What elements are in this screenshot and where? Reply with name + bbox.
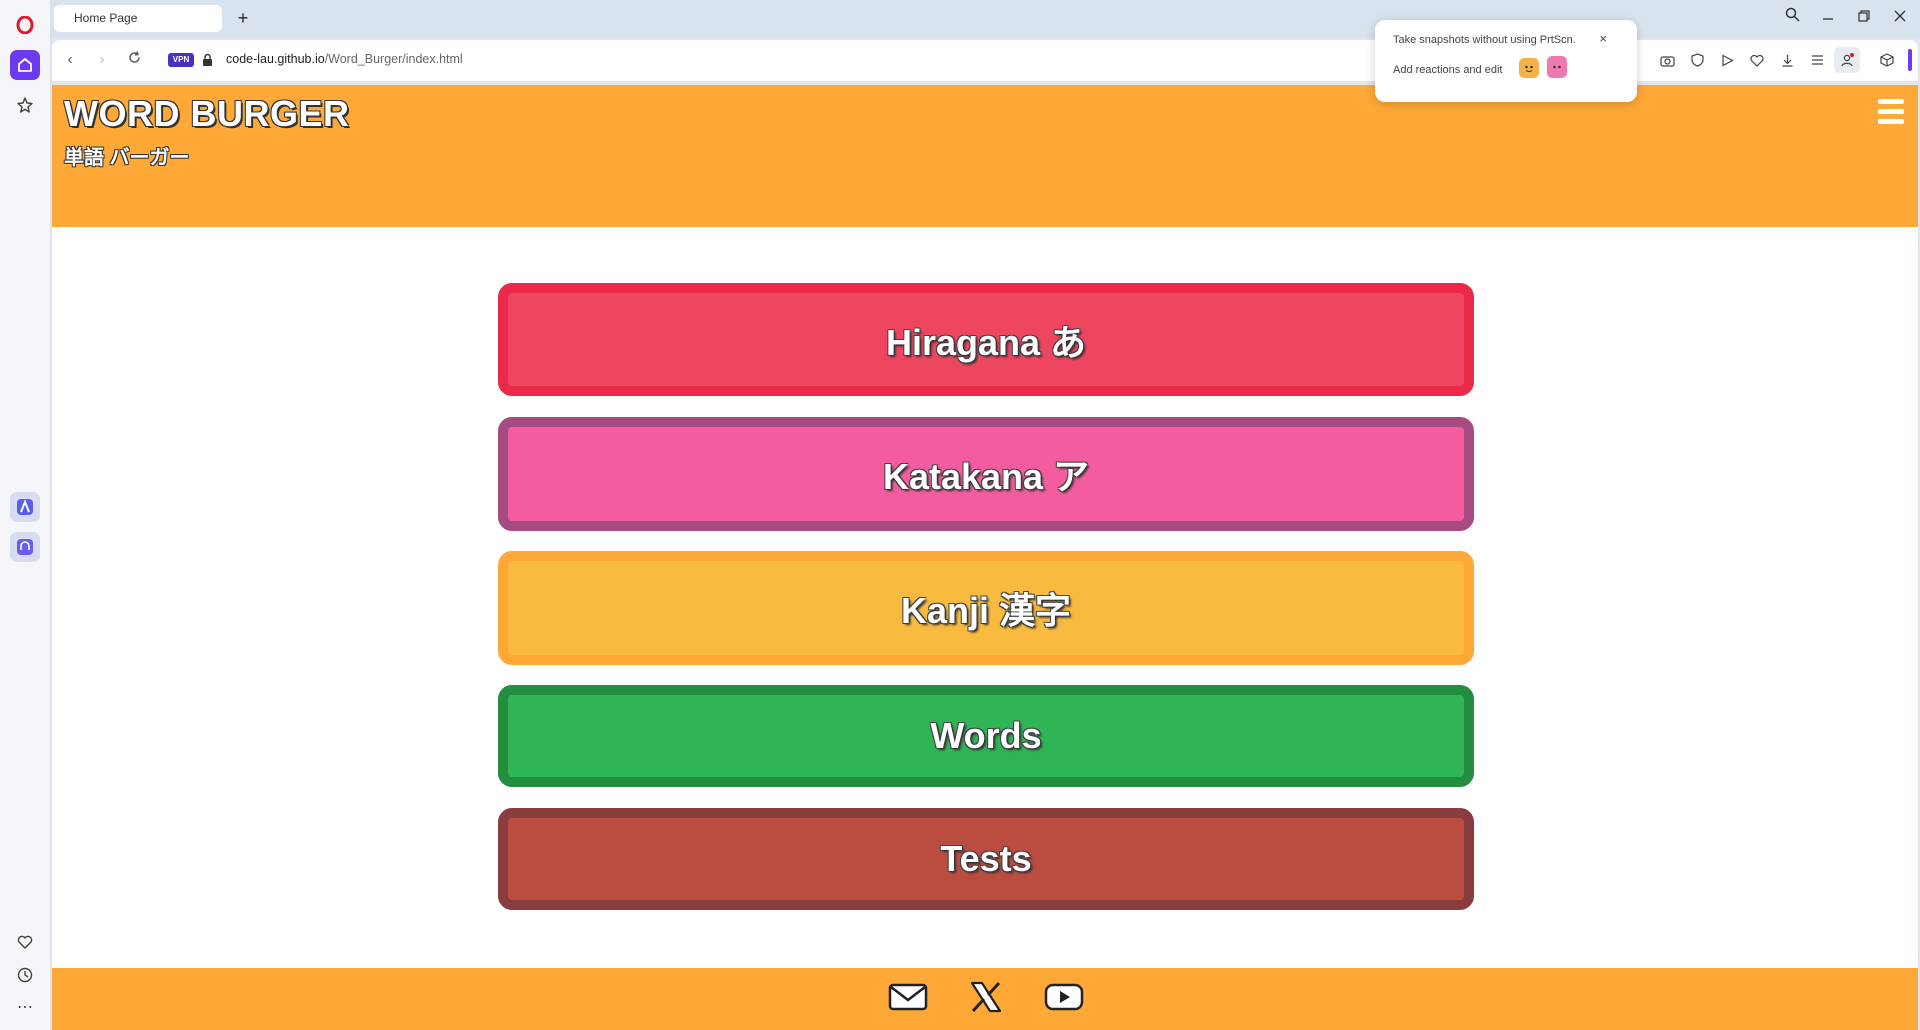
extensions-cube-icon[interactable] bbox=[1876, 49, 1898, 71]
tests-button[interactable]: Tests bbox=[498, 808, 1474, 910]
site-header: WORD BURGER 単語 バーガー bbox=[52, 85, 1918, 227]
address-bar: ‹ › VPN code-lau.github.io/Word_Burger/i… bbox=[52, 40, 1918, 81]
restore-window-icon[interactable] bbox=[1850, 6, 1878, 30]
history-clock-icon[interactable] bbox=[10, 960, 40, 990]
reload-icon[interactable] bbox=[122, 48, 146, 72]
heart-icon[interactable] bbox=[10, 927, 40, 957]
site-footer bbox=[52, 968, 1918, 1030]
music-player-icon[interactable] bbox=[10, 532, 40, 562]
back-icon[interactable]: ‹ bbox=[58, 48, 82, 72]
profile-icon[interactable] bbox=[1834, 47, 1860, 73]
popup-close-icon[interactable]: × bbox=[1599, 31, 1607, 46]
youtube-icon[interactable] bbox=[1044, 980, 1084, 1014]
easy-setup-menu-icon[interactable] bbox=[1806, 49, 1828, 71]
tab-home-page[interactable]: Home Page bbox=[54, 5, 222, 32]
site-title: WORD BURGER bbox=[64, 93, 350, 134]
sidebar-indicator bbox=[1908, 49, 1912, 71]
home-icon[interactable] bbox=[10, 50, 40, 80]
forward-icon[interactable]: › bbox=[90, 48, 114, 72]
edit-sticker-icon[interactable] bbox=[1547, 56, 1567, 78]
more-options-icon[interactable]: ⋯ bbox=[10, 992, 40, 1022]
lock-icon[interactable] bbox=[202, 53, 213, 67]
bookmarks-star-icon[interactable] bbox=[10, 90, 40, 120]
aria-app-icon[interactable] bbox=[10, 492, 40, 522]
send-play-icon[interactable] bbox=[1716, 49, 1738, 71]
x-twitter-icon[interactable] bbox=[966, 980, 1006, 1014]
camera-snapshot-icon[interactable] bbox=[1656, 49, 1678, 71]
email-icon[interactable] bbox=[888, 980, 928, 1014]
popup-line-2: Add reactions and edit bbox=[1393, 64, 1503, 76]
close-window-icon[interactable] bbox=[1886, 6, 1914, 30]
download-icon[interactable] bbox=[1776, 49, 1798, 71]
popup-line-1: Take snapshots without using PrtScn. bbox=[1393, 34, 1576, 46]
kanji-button[interactable]: Kanji 漢字 bbox=[498, 551, 1474, 665]
search-tabs-icon[interactable] bbox=[1778, 6, 1806, 30]
hiragana-button[interactable]: Hiragana あ bbox=[498, 283, 1474, 396]
minimize-window-icon[interactable] bbox=[1814, 6, 1842, 30]
katakana-button[interactable]: Katakana ア bbox=[498, 417, 1474, 531]
browser-sidebar: ⋯ bbox=[0, 0, 51, 1030]
url-field[interactable]: code-lau.github.io/Word_Burger/index.htm… bbox=[226, 52, 463, 66]
site-subtitle: 単語 バーガー bbox=[64, 147, 190, 169]
new-tab-button[interactable]: + bbox=[232, 7, 254, 29]
opera-logo-icon[interactable] bbox=[10, 10, 40, 40]
hamburger-menu-icon[interactable] bbox=[1878, 99, 1904, 125]
web-page: WORD BURGER 単語 バーガー Hiragana あ Katakana … bbox=[52, 85, 1918, 1030]
favorite-heart-icon[interactable] bbox=[1746, 49, 1768, 71]
url-path: /Word_Burger/index.html bbox=[324, 52, 463, 66]
tab-strip: Home Page + bbox=[50, 0, 1920, 38]
words-button[interactable]: Words bbox=[498, 685, 1474, 787]
reaction-emoji-icon[interactable] bbox=[1519, 58, 1539, 78]
snapshot-tip-popup: Take snapshots without using PrtScn. × A… bbox=[1375, 20, 1637, 102]
vpn-badge[interactable]: VPN bbox=[168, 53, 194, 67]
shield-icon[interactable] bbox=[1686, 49, 1708, 71]
url-host: code-lau.github.io bbox=[226, 52, 325, 66]
